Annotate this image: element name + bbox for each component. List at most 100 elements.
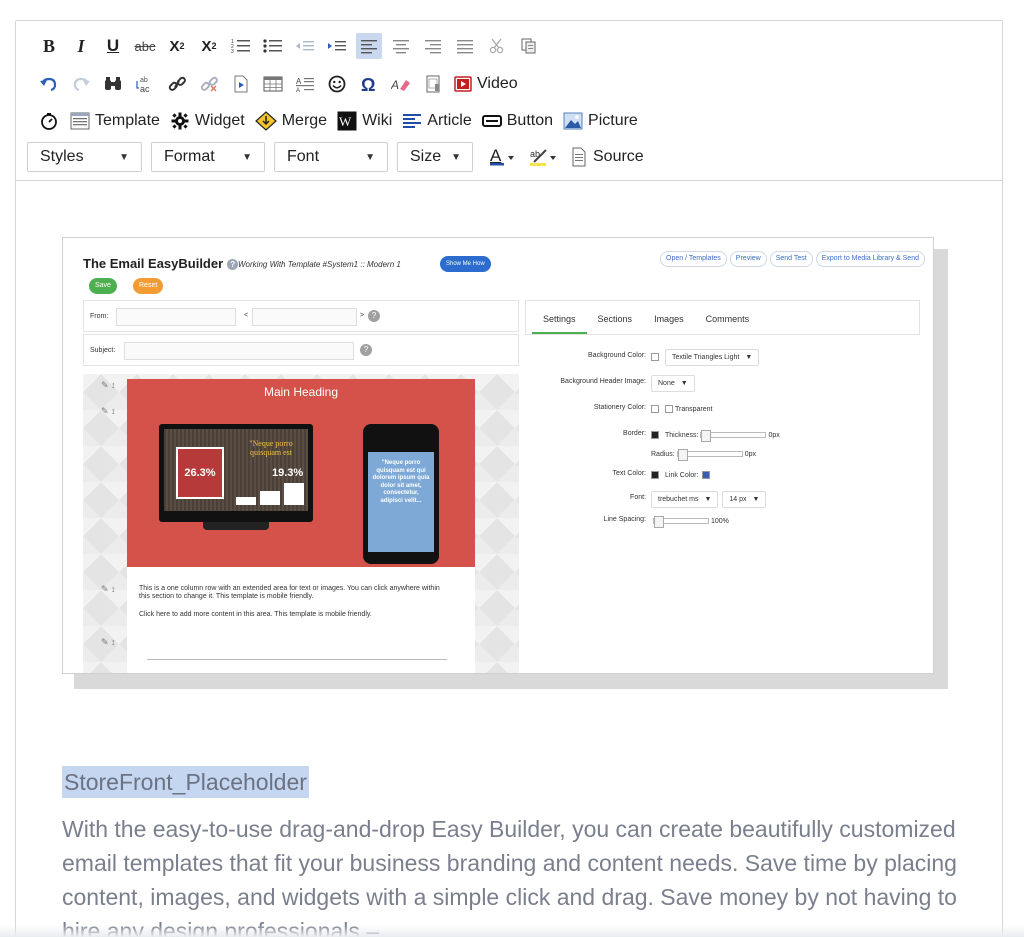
easybuilder-subtitle: Working With Template #System1 :: Modern…: [238, 260, 401, 269]
wiki-button[interactable]: W Wiki: [335, 108, 394, 134]
svg-text:W: W: [339, 114, 352, 129]
video-button[interactable]: Video: [452, 71, 520, 97]
superscript-button[interactable]: X2: [196, 33, 222, 59]
monitor-screen: 26.3% "Neque porro quisquam est 19.3%: [164, 429, 308, 511]
article-icon: [403, 114, 422, 128]
picture-button[interactable]: Picture: [561, 108, 640, 134]
indent-icon[interactable]: [324, 33, 350, 59]
copy-icon[interactable]: [516, 33, 542, 59]
strikethrough-button[interactable]: abc: [132, 33, 158, 59]
swatch-icon: [702, 471, 711, 479]
find-binoculars-icon[interactable]: [100, 71, 126, 97]
background-select: Textile Triangles Light ▼: [665, 348, 760, 366]
text-color-button[interactable]: A: [486, 144, 520, 170]
button-button[interactable]: Button: [480, 108, 555, 134]
numbered-list-icon[interactable]: 123: [228, 33, 254, 59]
subscript-button[interactable]: X2: [164, 33, 190, 59]
cut-icon[interactable]: [484, 33, 510, 59]
setting-background-header: Background Header Image: None ▼: [525, 374, 920, 392]
easybuilder-actions: Open / Templates Preview Send Test Expor…: [657, 251, 925, 267]
email-divider: [147, 659, 447, 660]
drag-handle-icon: ✎ ↕: [101, 380, 116, 390]
svg-text:3: 3: [231, 49, 234, 55]
iframe-icon[interactable]: [420, 71, 446, 97]
easybuilder-title: The Email EasyBuilder?: [83, 256, 239, 271]
send-test-pill: Send Test: [769, 251, 813, 267]
font-dropdown[interactable]: Font ▼: [274, 142, 388, 172]
align-center-icon[interactable]: [388, 33, 414, 59]
toolbar-row-formatting: B I U abc X2 X2 123: [36, 32, 548, 60]
outdent-icon[interactable]: [292, 33, 318, 59]
remove-format-icon[interactable]: A: [388, 71, 414, 97]
from-email-field: [252, 308, 357, 326]
smiley-icon[interactable]: [324, 71, 350, 97]
merge-button[interactable]: Merge: [253, 108, 329, 134]
undo-icon[interactable]: [36, 71, 62, 97]
timer-icon[interactable]: [36, 108, 62, 134]
setting-label: Text Color:: [612, 470, 646, 477]
align-left-icon[interactable]: [356, 33, 382, 59]
highlight-color-button[interactable]: ab: [526, 144, 562, 170]
lt-sign: <: [244, 312, 249, 319]
drag-handle-icon: ✎ ↕: [101, 584, 116, 594]
chevron-down-icon: ▼: [119, 151, 129, 163]
setting-value: Link Color:: [651, 466, 716, 484]
font-select: trebuchet ms ▼: [651, 490, 719, 508]
anchor-icon[interactable]: [228, 71, 254, 97]
monitor-stand: [203, 522, 269, 530]
easybuilder-screenshot-image[interactable]: The Email EasyBuilder? Working With Temp…: [62, 237, 948, 689]
tab-settings: Settings: [532, 300, 587, 334]
table-icon[interactable]: [260, 71, 286, 97]
template-label: Template: [95, 112, 160, 129]
phone-quote: "Neque porro quisquam est qui dolorem ip…: [368, 452, 434, 552]
size-dropdown[interactable]: Size ▼: [397, 142, 473, 172]
chevron-down-icon: ▼: [752, 495, 760, 503]
redo-icon[interactable]: [68, 71, 94, 97]
font-select-value: trebuchet ms: [658, 495, 699, 503]
article-button[interactable]: Article: [400, 108, 473, 134]
chevron-down-icon: ▼: [680, 379, 688, 387]
chevron-down-icon: ▼: [242, 151, 252, 163]
template-button[interactable]: Template: [68, 108, 162, 134]
setting-value: 100%: [651, 512, 729, 530]
setting-value: Transparent: [651, 400, 712, 418]
thickness-slider: [700, 430, 767, 442]
align-right-icon[interactable]: [420, 33, 446, 59]
unlink-icon[interactable]: [196, 71, 222, 97]
email-body-text: This is a one column row with an extende…: [139, 585, 440, 600]
storefront-placeholder[interactable]: StoreFront_Placeholder: [62, 766, 309, 798]
body-paragraph[interactable]: With the easy-to-use drag-and-drop Easy …: [62, 812, 962, 937]
horizontal-rule-icon[interactable]: AA: [292, 71, 318, 97]
line-spacing-slider: [653, 516, 709, 528]
svg-text:ac: ac: [140, 84, 150, 94]
toolbar-row-insert: ab ac AA Ω A Video: [36, 70, 526, 98]
line-spacing-value: 100%: [711, 517, 729, 525]
source-button[interactable]: Source: [568, 144, 646, 170]
link-icon[interactable]: [164, 71, 190, 97]
header-image-select: None ▼: [651, 374, 695, 392]
settings-panel: Settings Sections Images Comments Backgr…: [525, 300, 920, 672]
email-hero: Main Heading 26.3% "Neque porro quisquam…: [127, 379, 475, 567]
italic-button[interactable]: I: [68, 33, 94, 59]
styles-dropdown[interactable]: Styles ▼: [27, 142, 142, 172]
button-label: Button: [506, 112, 554, 129]
bold-button[interactable]: B: [36, 33, 62, 59]
align-justify-icon[interactable]: [452, 33, 478, 59]
preview-pill: Preview: [729, 251, 767, 267]
setting-label: Border:: [623, 430, 646, 437]
setting-font: Font: trebuchet ms ▼ 14 px ▼: [525, 490, 920, 508]
setting-background-color: Background Color: Textile Triangles Ligh…: [525, 348, 920, 366]
underline-button[interactable]: U: [100, 33, 126, 59]
video-label: Video: [477, 75, 518, 92]
background-select-value: Textile Triangles Light: [672, 353, 740, 361]
bulleted-list-icon[interactable]: [260, 33, 286, 59]
widget-button[interactable]: Widget: [168, 108, 247, 134]
svg-text:A: A: [296, 88, 300, 93]
button-icon: [481, 115, 502, 127]
format-dropdown[interactable]: Format ▼: [151, 142, 265, 172]
help-icon: ?: [368, 310, 380, 322]
replace-icon[interactable]: ab ac: [132, 71, 158, 97]
subscript-letter: X: [169, 37, 180, 55]
subscript-mark: 2: [179, 41, 185, 51]
special-character-omega-icon[interactable]: Ω: [356, 71, 382, 97]
